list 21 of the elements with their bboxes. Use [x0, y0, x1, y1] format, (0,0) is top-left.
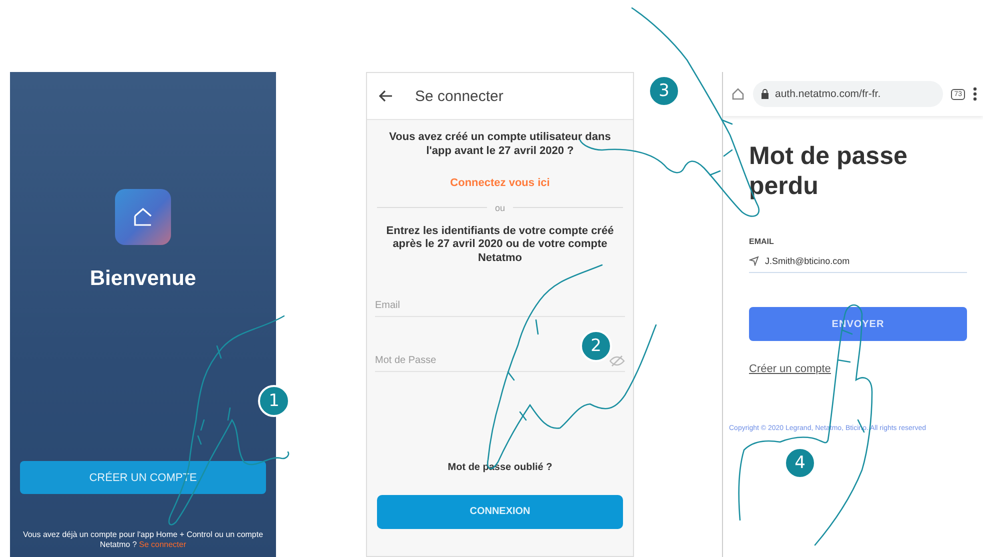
home-icon[interactable] — [731, 87, 745, 101]
more-menu-icon[interactable] — [973, 87, 977, 101]
address-bar[interactable]: auth.netatmo.com/fr-fr. — [753, 81, 944, 107]
welcome-title: Bienvenue — [90, 267, 196, 291]
email-label: EMAIL — [749, 237, 775, 246]
email-field[interactable]: Email — [375, 300, 625, 312]
lock-icon — [761, 89, 769, 99]
app-logo-icon — [115, 189, 171, 245]
create-account-link[interactable]: Créer un compte — [749, 363, 983, 375]
instruction-text: Entrez les identifiants de votre compte créé après le 27 avril 2020 ou de votre compte Netatmo — [385, 224, 615, 266]
url-text: auth.netatmo.com/fr-fr. — [775, 88, 881, 100]
question-text: Vous avez créé un compte utilisateur dans l'app avant le 27 avril 2020 ? — [388, 130, 612, 159]
login-prompt-text: Vous avez déjà un compte pour l'app Home + Control ou un compte Netatmo ? Se connecter — [22, 530, 264, 551]
screen-title: Se connecter — [415, 88, 504, 104]
page-title: Mot de passe perdu — [749, 142, 908, 201]
password-field[interactable]: Mot de Passe — [375, 355, 515, 366]
step-number-badge: 3 — [648, 75, 680, 107]
divider-text: ou — [495, 202, 506, 213]
step-number-badge: 1 — [258, 385, 290, 417]
send-icon — [749, 256, 759, 266]
back-arrow-icon[interactable] — [379, 90, 393, 102]
